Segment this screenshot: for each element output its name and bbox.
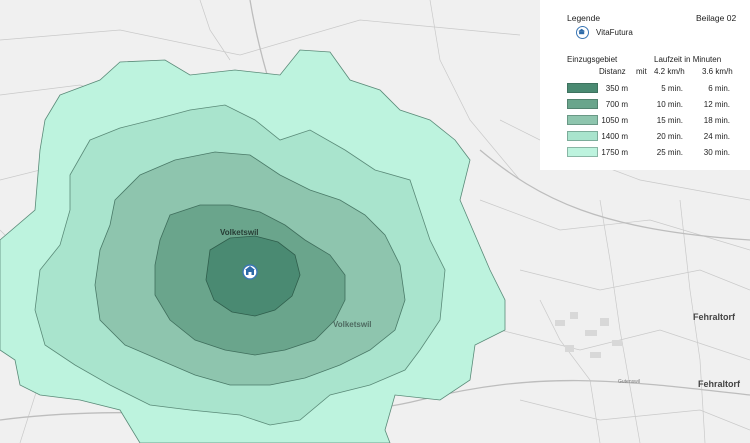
- color-swatch: [567, 147, 598, 157]
- time1-value: 20 min.: [656, 132, 683, 141]
- distance-value: 350 m: [605, 84, 628, 93]
- time1-value: 25 min.: [656, 148, 683, 157]
- legend-title: Legende: [567, 13, 601, 23]
- time1-value: 15 min.: [656, 116, 683, 125]
- distance-value: 700 m: [605, 100, 628, 109]
- color-swatch: [567, 99, 598, 109]
- color-swatch: [567, 115, 598, 125]
- legend-marker-icon: [576, 26, 589, 39]
- color-swatch: [567, 83, 598, 93]
- time2-value: 18 min.: [703, 116, 730, 125]
- legend-panel: Legende Beilage 02 VitaFutura Einzugsgeb…: [540, 0, 750, 170]
- legend-marker-label: VitaFutura: [596, 28, 633, 37]
- distance-value: 1400 m: [601, 132, 628, 141]
- time1-value: 5 min.: [661, 84, 683, 93]
- building-icon: [578, 28, 586, 35]
- vitafutura-marker[interactable]: [242, 264, 258, 280]
- label-volketswil-upper: Volketswil: [220, 228, 259, 237]
- distance-value: 1050 m: [601, 116, 628, 125]
- time2-value: 30 min.: [703, 148, 730, 157]
- col-speed2: 3.6 km/h: [702, 67, 733, 76]
- time2-value: 24 min.: [703, 132, 730, 141]
- time2-value: 6 min.: [708, 84, 730, 93]
- color-swatch: [567, 131, 598, 141]
- label-volketswil-lower: Volketswil: [333, 320, 372, 329]
- header-zone: Einzugsgebiet: [567, 55, 618, 64]
- time2-value: 12 min.: [703, 100, 730, 109]
- label-fehraltorf-right: Fehraltorf: [693, 312, 736, 322]
- col-speed1: 4.2 km/h: [654, 67, 685, 76]
- header-time: Laufzeit in Minuten: [654, 55, 722, 64]
- col-mit: mit: [636, 67, 647, 76]
- label-gutenswil: Gutenswil: [618, 379, 640, 385]
- col-distance: Distanz: [599, 67, 626, 76]
- time1-value: 10 min.: [656, 100, 683, 109]
- distance-value: 1750 m: [601, 148, 628, 157]
- map-viewport[interactable]: Volketswil Volketswil Fehraltorf Fehralt…: [0, 0, 750, 443]
- sheet-label: Beilage 02: [696, 13, 737, 23]
- label-fehraltorf-lower: Fehraltorf: [698, 379, 741, 389]
